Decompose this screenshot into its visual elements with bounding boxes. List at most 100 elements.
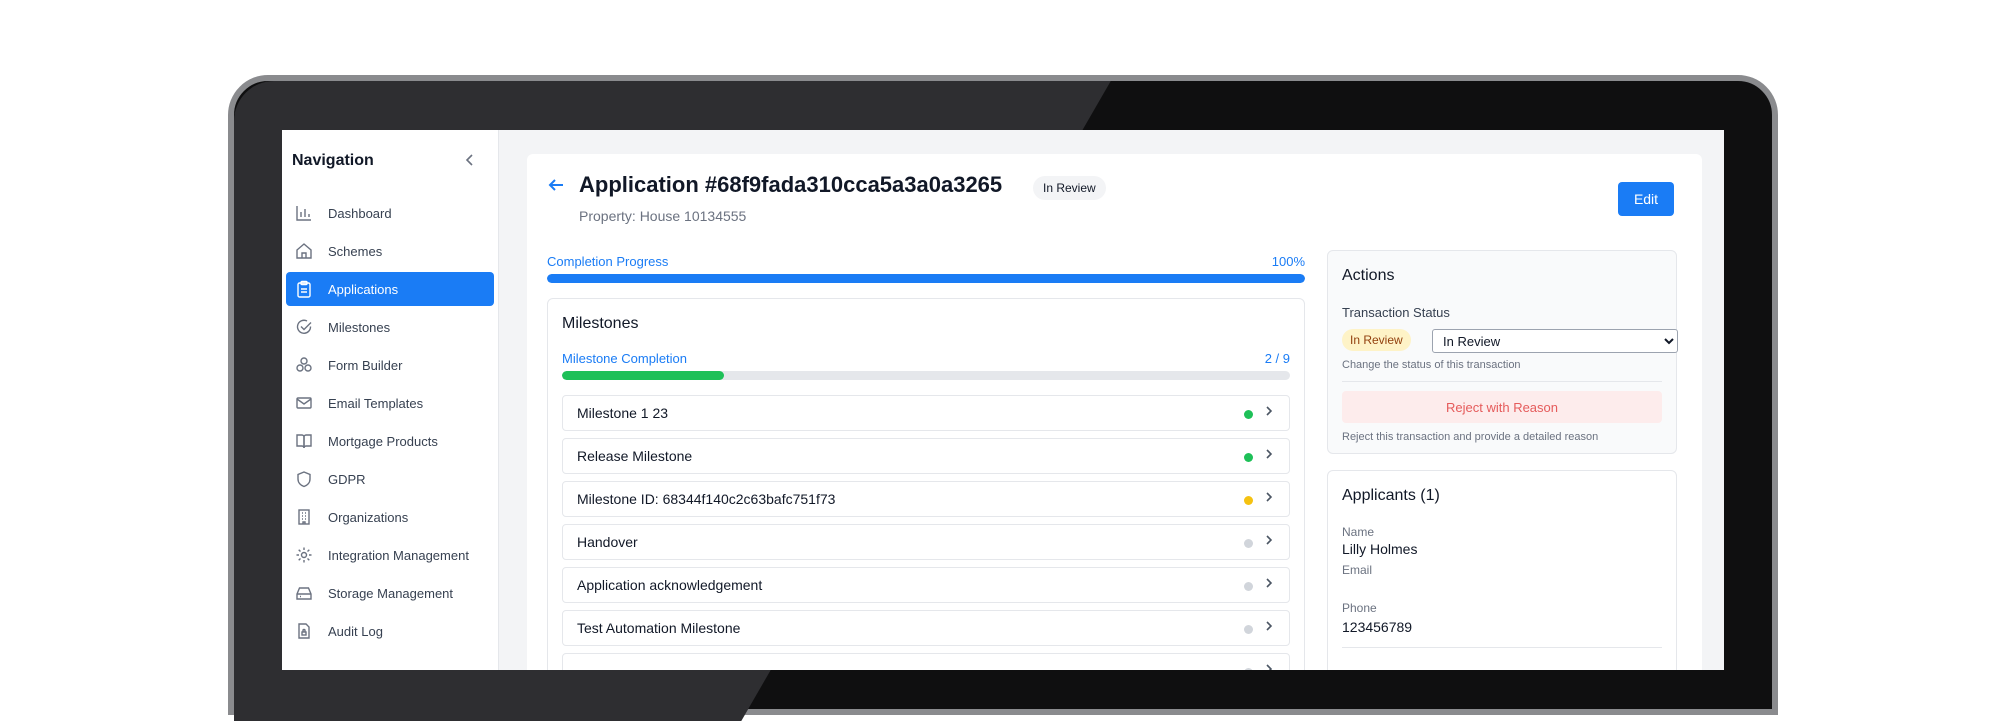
milestone-completion-count: 2 / 9: [1264, 351, 1290, 366]
reject-help-text: Reject this transaction and provide a de…: [1342, 431, 1599, 443]
milestones-panel: Milestones Milestone Completion 2 / 9 Mi…: [547, 298, 1305, 670]
sidebar-item-label: Storage Management: [328, 585, 454, 601]
file-lock-icon: [294, 621, 314, 641]
applicant-email-label: Email: [1342, 563, 1373, 577]
milestone-status-dot: [1244, 453, 1253, 462]
completion-progress-bar: [547, 274, 1305, 283]
sidebar-item-label: Schemes: [328, 243, 383, 259]
sidebar-item-milestones[interactable]: Milestones: [286, 310, 494, 344]
milestone-row[interactable]: Milestone ID: 68344f140c2c63bafc751f73: [562, 481, 1290, 517]
applicant-phone-value: 123456789: [1342, 619, 1413, 635]
blocks-icon: [294, 355, 314, 375]
applicant-name-label: Name: [1342, 525, 1375, 539]
milestone-status-dot: [1244, 539, 1253, 548]
mail-icon: [294, 393, 314, 413]
edit-button[interactable]: Edit: [1618, 182, 1674, 216]
sidebar-item-label: Integration Management: [328, 547, 469, 563]
milestones-title: Milestones: [562, 315, 639, 332]
completion-progress-label: Completion Progress: [547, 254, 669, 269]
completion-progress-value: 100%: [1271, 254, 1305, 269]
sidebar-item-organizations[interactable]: Organizations: [286, 500, 494, 534]
sidebar-item-email-templates[interactable]: Email Templates: [286, 386, 494, 420]
sidebar-title: Navigation: [292, 152, 374, 169]
milestone-completion-label: Milestone Completion: [562, 351, 688, 366]
milestone-row[interactable]: [562, 653, 1290, 670]
milestone-label: Application acknowledgement: [577, 577, 763, 593]
milestone-row[interactable]: Handover: [562, 524, 1290, 560]
sidebar-nav: Dashboard Schemes Applications Milestone…: [286, 196, 494, 652]
sidebar-item-integration-management[interactable]: Integration Management: [286, 538, 494, 572]
sidebar-item-form-builder[interactable]: Form Builder: [286, 348, 494, 382]
actions-divider: [1342, 381, 1662, 382]
status-badge: In Review: [1033, 176, 1106, 200]
chevron-right-icon: [1263, 576, 1275, 593]
sidebar-item-applications[interactable]: Applications: [286, 272, 494, 306]
sidebar-item-schemes[interactable]: Schemes: [286, 234, 494, 268]
reject-with-reason-button[interactable]: Reject with Reason: [1342, 391, 1662, 423]
milestone-completion-bar: [562, 371, 1290, 380]
milestone-label: Test Automation Milestone: [577, 620, 741, 636]
chevron-right-icon: [1263, 490, 1275, 507]
sidebar-item-storage-management[interactable]: Storage Management: [286, 576, 494, 610]
milestone-row[interactable]: Milestone 1 23: [562, 395, 1290, 431]
sidebar-item-gdpr[interactable]: GDPR: [286, 462, 494, 496]
chevron-left-icon: [465, 154, 473, 166]
book-icon: [294, 431, 314, 451]
building-icon: [294, 507, 314, 527]
sidebar-item-label: Milestones: [328, 319, 391, 335]
actions-panel: Actions Transaction Status In Review In …: [1327, 250, 1678, 454]
sidebar-item-audit-log[interactable]: Audit Log: [286, 614, 494, 648]
sidebar-item-label: Applications: [328, 281, 399, 297]
back-button[interactable]: [547, 176, 565, 200]
milestone-completion-fill: [562, 371, 724, 380]
milestone-label: Handover: [577, 534, 638, 550]
sidebar: Navigation Dashboard Schemes Application…: [282, 130, 499, 670]
transaction-status-select[interactable]: In Review: [1432, 329, 1678, 353]
arrow-left-icon: [548, 179, 563, 191]
shield-icon: [294, 469, 314, 489]
check-circle-icon: [294, 317, 314, 337]
completion-progress-header: Completion Progress 100%: [547, 254, 1305, 269]
milestone-label: Milestone 1 23: [577, 405, 669, 421]
sidebar-item-label: Organizations: [328, 509, 409, 525]
chevron-right-icon: [1263, 662, 1275, 670]
actions-title: Actions: [1342, 267, 1395, 284]
applicant-name-value: Lilly Holmes: [1342, 541, 1418, 557]
transaction-status-label: Transaction Status: [1342, 305, 1450, 320]
gear-icon: [294, 545, 314, 565]
milestone-completion-header: Milestone Completion 2 / 9: [562, 351, 1290, 366]
collapse-sidebar-button[interactable]: [460, 152, 480, 172]
chevron-right-icon: [1263, 447, 1275, 464]
transaction-status-help: Change the status of this transaction: [1342, 359, 1521, 371]
applicants-panel: Applicants (1) Name Lilly Holmes Email P…: [1327, 470, 1677, 670]
chevron-right-icon: [1263, 404, 1275, 421]
milestone-row[interactable]: Application acknowledgement: [562, 567, 1290, 603]
sidebar-item-label: Form Builder: [328, 357, 403, 373]
sidebar-item-mortgage-products[interactable]: Mortgage Products: [286, 424, 494, 458]
transaction-status-badge: In Review: [1342, 329, 1411, 351]
milestone-status-dot: [1244, 668, 1253, 670]
sidebar-item-label: Dashboard: [328, 205, 392, 221]
milestone-status-dot: [1244, 582, 1253, 591]
chevron-right-icon: [1263, 619, 1275, 636]
applicants-divider: [1342, 647, 1662, 648]
milestone-row[interactable]: Release Milestone: [562, 438, 1290, 474]
milestone-row[interactable]: Test Automation Milestone: [562, 610, 1290, 646]
chevron-right-icon: [1263, 533, 1275, 550]
completion-progress-fill: [547, 274, 1305, 283]
hard-drive-icon: [294, 583, 314, 603]
milestone-list: Milestone 1 23 Release Milestone Milestone…: [562, 395, 1290, 670]
applicant-phone-label: Phone: [1342, 601, 1377, 615]
sidebar-header: Navigation: [292, 150, 488, 180]
sidebar-item-label: Email Templates: [328, 395, 424, 411]
milestone-label: Release Milestone: [577, 448, 693, 464]
home-icon: [294, 241, 314, 261]
sidebar-item-dashboard[interactable]: Dashboard: [286, 196, 494, 230]
milestone-label: Milestone ID: 68344f140c2c63bafc751f73: [577, 491, 836, 507]
property-subtitle: Property: House 10134555: [579, 208, 747, 224]
milestone-status-dot: [1244, 410, 1253, 419]
bar-chart-icon: [294, 203, 314, 223]
applicants-title: Applicants (1): [1342, 487, 1440, 504]
page-title: Application #68f9fada310cca5a3a0a3265: [579, 172, 1003, 197]
sidebar-item-label: Audit Log: [328, 623, 383, 639]
